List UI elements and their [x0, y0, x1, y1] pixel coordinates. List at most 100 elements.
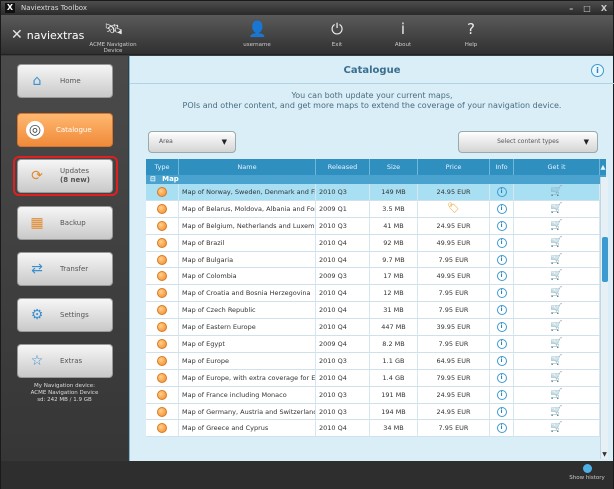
table-row[interactable]: Map of France including Monaco 2010 Q3 191… — [146, 386, 600, 404]
table-row[interactable]: Map of Croatia and Bosnia Herzegovina 201… — [146, 285, 600, 303]
cart-icon[interactable]: 🛒 — [550, 389, 562, 400]
map-type-icon — [157, 288, 167, 299]
info-icon[interactable]: i — [496, 288, 507, 299]
sidebar-item-label: Catalogue — [56, 125, 92, 134]
info-icon[interactable]: i — [496, 237, 507, 248]
cart-icon[interactable]: 🛒 — [550, 406, 562, 417]
cart-icon[interactable]: 🛒 — [550, 305, 562, 315]
table-row[interactable]: Map of Brazil 2010 Q4 92 MB 49.95 EUR i 🛒 — [146, 234, 600, 252]
info-cell: i — [490, 420, 514, 437]
cart-icon[interactable]: 🛒 — [550, 271, 562, 281]
column-header[interactable]: Released — [316, 159, 370, 175]
table-row[interactable]: Map of Europe 2010 Q3 1.1 GB 64.95 EUR i 🛒 — [146, 352, 600, 370]
cart-icon[interactable]: 🛒 — [550, 338, 562, 349]
type-cell — [146, 420, 179, 437]
get-it-cell: 🛒 — [514, 251, 600, 268]
name-cell: Map of Brazil — [179, 234, 316, 251]
table-row[interactable]: Map of Egypt 2009 Q4 8.2 MB 7.95 EUR i 🛒 — [146, 336, 600, 353]
info-cell: i — [490, 369, 514, 386]
scrollbar-thumb[interactable] — [602, 237, 608, 282]
info-icon[interactable]: i — [496, 423, 507, 434]
device-button[interactable]: 🛰 ACME Navigation Device — [83, 19, 143, 54]
info-icon[interactable]: i — [496, 305, 507, 316]
sidebar-item-transfer[interactable]: ⇄ Transfer — [17, 252, 113, 286]
scroll-down-arrow[interactable]: ▼ — [601, 451, 608, 459]
column-header[interactable]: Info — [490, 159, 514, 175]
table-row[interactable]: Map of Belarus, Moldova, Albania and For… — [146, 200, 600, 218]
info-icon[interactable]: i — [496, 203, 507, 214]
info-icon[interactable]: i — [496, 271, 507, 282]
sidebar-item-backup[interactable]: ▦ Backup — [17, 206, 113, 240]
table-row[interactable]: Map of Europe, with extra coverage for E… — [146, 369, 600, 387]
map-type-icon — [157, 338, 167, 349]
title-bar: X Naviextras Toolbox – □ X — [1, 1, 613, 15]
cart-icon[interactable]: 🛒 — [550, 186, 562, 197]
column-header[interactable]: Size — [370, 159, 418, 175]
cart-icon[interactable]: 🛒 — [550, 423, 562, 433]
info-cell: i — [490, 302, 514, 319]
show-history-button[interactable]: Show history — [567, 464, 607, 481]
cart-icon[interactable]: 🛒 — [550, 288, 562, 298]
table-row[interactable]: Map of Bulgaria 2010 Q4 9.7 MB 7.95 EUR i 🛒 — [146, 251, 600, 269]
area-dropdown[interactable]: Area ▼ — [148, 131, 236, 153]
column-header[interactable]: Get it — [514, 159, 600, 175]
collapse-icon[interactable]: ⊟ — [150, 175, 156, 183]
about-button[interactable]: i About — [373, 19, 433, 48]
top-toolbar: ✕ naviextras 🛰 ACME Navigation Device 👤 … — [1, 15, 613, 55]
get-it-cell: 🛒 — [514, 302, 600, 319]
info-icon[interactable]: i — [496, 186, 507, 197]
info-icon[interactable]: i — [496, 220, 507, 231]
area-dropdown-value: Area — [159, 138, 173, 145]
column-header[interactable]: Price — [418, 159, 490, 175]
table-row[interactable]: Map of Eastern Europe 2010 Q4 447 MB 39.95 … — [146, 319, 600, 337]
minimize-button[interactable]: – — [569, 2, 573, 16]
group-row-map[interactable]: ⊟ Map — [146, 175, 606, 184]
scroll-up-arrow[interactable]: ▲ — [600, 159, 606, 175]
help-button[interactable]: ? Help — [441, 19, 501, 48]
info-icon[interactable]: i — [496, 322, 507, 333]
cart-icon[interactable]: 🛒 — [550, 355, 562, 366]
column-header[interactable]: Name — [179, 159, 316, 175]
info-icon[interactable]: i — [496, 372, 507, 383]
sidebar-item-catalogue[interactable]: ◎ Catalogue — [17, 113, 113, 147]
name-cell: Map of Czech Republic — [179, 302, 316, 319]
scrollbar[interactable]: ▼ — [600, 177, 608, 459]
name-cell: Map of Europe, with extra coverage for E… — [179, 369, 316, 386]
info-icon[interactable]: i — [496, 254, 507, 265]
user-button[interactable]: 👤 username — [227, 19, 287, 48]
sidebar-item-home[interactable]: ⌂ Home — [17, 64, 113, 98]
close-button[interactable]: X — [601, 2, 607, 16]
name-cell: Map of Europe — [179, 352, 316, 369]
table-row[interactable]: Map of Belgium, Netherlands and Luxembou… — [146, 217, 600, 235]
info-icon[interactable]: i — [496, 338, 507, 349]
sidebar-item-extras[interactable]: ☆ Extras — [17, 344, 113, 378]
column-header[interactable]: Type — [146, 159, 179, 175]
info-icon[interactable]: i — [496, 355, 507, 366]
maximize-button[interactable]: □ — [583, 2, 591, 16]
exit-label: Exit — [331, 42, 343, 48]
cart-icon[interactable]: 🛒 — [550, 254, 562, 265]
sidebar-item-updates[interactable]: ⟳ Updates (8 new) — [17, 159, 113, 193]
info-icon[interactable]: i — [591, 64, 604, 77]
price-cell: 7.95 EUR — [418, 251, 490, 268]
table-row[interactable]: Map of Germany, Austria and Switzerland,… — [146, 403, 600, 421]
table-row[interactable]: Map of Greece and Cyprus 2010 Q4 34 MB 7.95… — [146, 420, 600, 438]
price-cell: 24.95 EUR — [418, 386, 490, 403]
updates-label-group: Updates (8 new) — [60, 167, 90, 185]
price-cell: 64.95 EUR — [418, 352, 490, 369]
cart-icon[interactable]: 🛒 — [550, 220, 562, 231]
cart-icon[interactable]: 🛒 — [550, 372, 562, 383]
sidebar-item-settings[interactable]: ⚙ Settings — [17, 298, 113, 332]
cart-icon[interactable]: 🛒 — [550, 322, 562, 332]
cart-icon[interactable]: 🛒 — [550, 203, 562, 214]
info-icon[interactable]: i — [496, 406, 507, 417]
table-row[interactable]: Map of Czech Republic 2010 Q4 31 MB 7.95 EU… — [146, 302, 600, 320]
exit-button[interactable]: ⏻ Exit — [307, 19, 367, 48]
type-cell — [146, 336, 179, 352]
content-types-dropdown[interactable]: Select content types ▼ — [458, 131, 598, 153]
table-row[interactable]: Map of Norway, Sweden, Denmark and Finla… — [146, 184, 600, 201]
cart-icon[interactable]: 🛒 — [550, 237, 562, 248]
info-icon[interactable]: i — [496, 389, 507, 400]
price-cell: 7.95 EUR — [418, 420, 490, 437]
table-row[interactable]: Map of Colombia 2009 Q3 17 MB 49.95 EUR i 🛒 — [146, 268, 600, 286]
